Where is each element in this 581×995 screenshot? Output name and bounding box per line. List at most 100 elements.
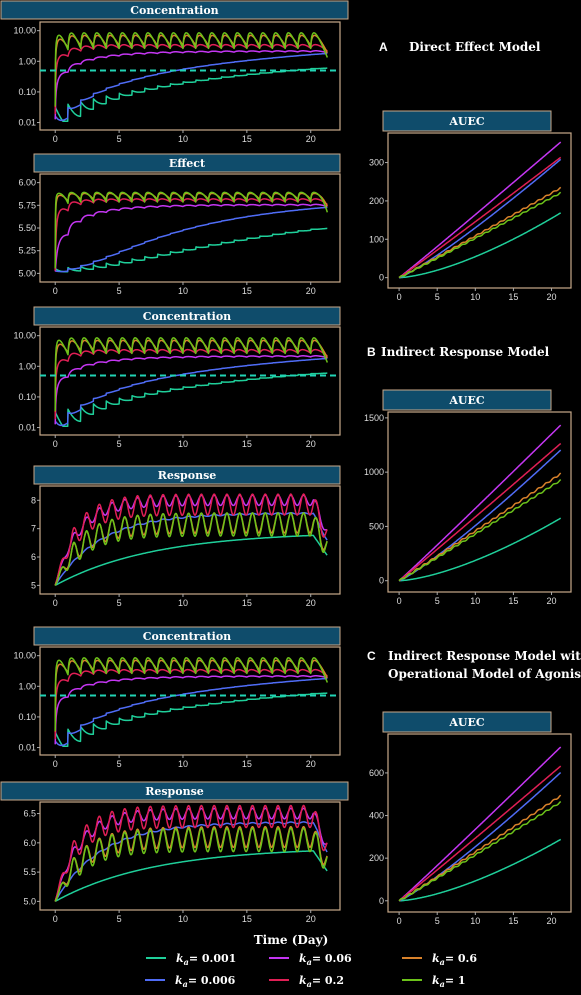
x-tick-label: 10 (178, 914, 188, 924)
x-tick-label: 5 (117, 759, 122, 769)
x-tick-label: 20 (306, 759, 316, 769)
x-tick-label: 5 (117, 598, 122, 608)
y-tick-label: 0.01 (18, 423, 36, 433)
y-tick-label: 6.5 (23, 809, 36, 819)
x-tick-label: 10 (178, 286, 188, 296)
y-tick-label: 7 (31, 524, 36, 534)
chart-title: Response (158, 469, 217, 482)
x-tick-label: 20 (306, 914, 316, 924)
x-tick-label: 10 (470, 916, 480, 926)
y-tick-label: 0.10 (18, 392, 36, 402)
legend-label: ka= 0.6 (432, 952, 477, 967)
x-tick-label: 0 (53, 439, 58, 449)
y-tick-label: 0.01 (18, 743, 36, 753)
y-tick-label: 0.10 (18, 712, 36, 722)
chart-C-response: Response 0 5 10 15 20 5.0 5.5 6.0 6.5 (0, 781, 349, 924)
y-tick-label: 0 (379, 273, 384, 283)
section-title-c-line2: Operational Model of Agonism (388, 667, 581, 681)
y-tick-label: 1.00 (18, 361, 36, 371)
x-tick-label: 20 (306, 598, 316, 608)
y-tick-label: 200 (369, 196, 384, 206)
x-tick-label: 15 (508, 292, 518, 302)
x-tick-label: 5 (435, 292, 440, 302)
section-title-c-line1: Indirect Response Model with (388, 649, 581, 663)
x-tick-label: 20 (547, 292, 557, 302)
x-tick-label: 5 (435, 596, 440, 606)
chart-A-conc: Concentration 0 5 10 15 20 0.01 0.10 1.00 10.00 (0, 0, 349, 144)
x-tick-label: 20 (547, 596, 557, 606)
x-tick-label: 0 (53, 914, 58, 924)
y-tick-label: 5.0 (23, 896, 36, 906)
y-tick-label: 5.50 (18, 223, 36, 233)
x-tick-label: 5 (117, 286, 122, 296)
x-tick-label: 15 (508, 916, 518, 926)
y-tick-label: 0 (379, 896, 384, 906)
chart-title: Response (145, 785, 204, 798)
x-tick-label: 0 (53, 286, 58, 296)
x-tick-label: 15 (242, 759, 252, 769)
chart-title: AUEC (448, 394, 485, 407)
x-tick-label: 0 (53, 598, 58, 608)
x-tick-label: 5 (117, 439, 122, 449)
figure-canvas: Concentration 0 5 10 15 20 0.01 0.10 1.00 10.00 Ef… (0, 0, 581, 995)
y-tick-label: 8 (31, 495, 36, 505)
x-tick-label: 10 (470, 292, 480, 302)
x-tick-label: 10 (178, 439, 188, 449)
chart-A-auec: AUEC0 5 10 15 200100200300 (369, 110, 572, 302)
x-tick-label: 20 (306, 439, 316, 449)
legend-label: ka= 1 (432, 974, 466, 989)
x-tick-label: 10 (178, 134, 188, 144)
y-tick-label: 0.01 (18, 118, 36, 128)
x-tick-label: 15 (242, 598, 252, 608)
y-tick-label: 10.00 (13, 26, 36, 36)
y-tick-label: 5.25 (18, 246, 36, 256)
x-tick-label: 0 (53, 759, 58, 769)
y-tick-label: 5.00 (18, 268, 36, 278)
y-tick-label: 5 (31, 580, 36, 590)
y-tick-label: 1500 (364, 413, 384, 423)
chart-title: Effect (169, 157, 206, 170)
section-label-b: B Indirect Response Model (367, 345, 550, 359)
chart-title: Concentration (143, 310, 231, 323)
y-tick-label: 500 (369, 521, 384, 531)
y-tick-label: 300 (369, 158, 384, 168)
y-tick-label: 6 (31, 552, 36, 562)
x-tick-label: 0 (397, 596, 402, 606)
x-tick-label: 0 (397, 916, 402, 926)
chart-A-effect: Effect 0 5 10 15 20 5.00 5.25 5.50 5.75 6.00 (18, 153, 341, 296)
chart-B-response: Response 0 5 10 15 20 5 6 7 8 (31, 465, 341, 608)
x-tick-label: 5 (117, 134, 122, 144)
y-tick-label: 0 (379, 576, 384, 586)
section-letter-a: A (379, 40, 388, 54)
x-axis-title: Time (Day) (254, 933, 329, 947)
legend-label: ka= 0.2 (299, 974, 344, 989)
chart-title: Concentration (130, 4, 218, 17)
y-tick-label: 400 (369, 811, 384, 821)
chart-title: AUEC (448, 115, 485, 128)
x-tick-label: 10 (178, 759, 188, 769)
x-tick-label: 20 (547, 916, 557, 926)
chart-C-conc: Concentration 0 5 10 15 20 0.01 0.10 1.00 10.00 (13, 626, 341, 769)
y-tick-label: 600 (369, 768, 384, 778)
x-tick-label: 10 (178, 598, 188, 608)
chart-title: AUEC (448, 716, 485, 729)
y-tick-label: 5.5 (23, 867, 36, 877)
x-tick-label: 15 (242, 134, 252, 144)
x-tick-label: 10 (470, 596, 480, 606)
y-tick-label: 200 (369, 853, 384, 863)
x-tick-label: 20 (306, 286, 316, 296)
y-tick-label: 6.00 (18, 178, 36, 188)
chart-B-conc: Concentration 0 5 10 15 20 0.01 0.10 1.00 10.00 (13, 306, 341, 449)
x-tick-label: 15 (242, 286, 252, 296)
x-tick-label: 15 (242, 914, 252, 924)
x-tick-label: 5 (117, 914, 122, 924)
section-title-b: Indirect Response Model (381, 345, 550, 359)
x-tick-label: 0 (397, 292, 402, 302)
y-tick-label: 1.00 (18, 681, 36, 691)
y-tick-label: 5.75 (18, 200, 36, 210)
x-tick-label: 15 (242, 439, 252, 449)
x-tick-label: 15 (508, 596, 518, 606)
chart-title: Concentration (143, 630, 231, 643)
y-tick-label: 10.00 (13, 651, 36, 661)
y-tick-label: 0.10 (18, 87, 36, 97)
